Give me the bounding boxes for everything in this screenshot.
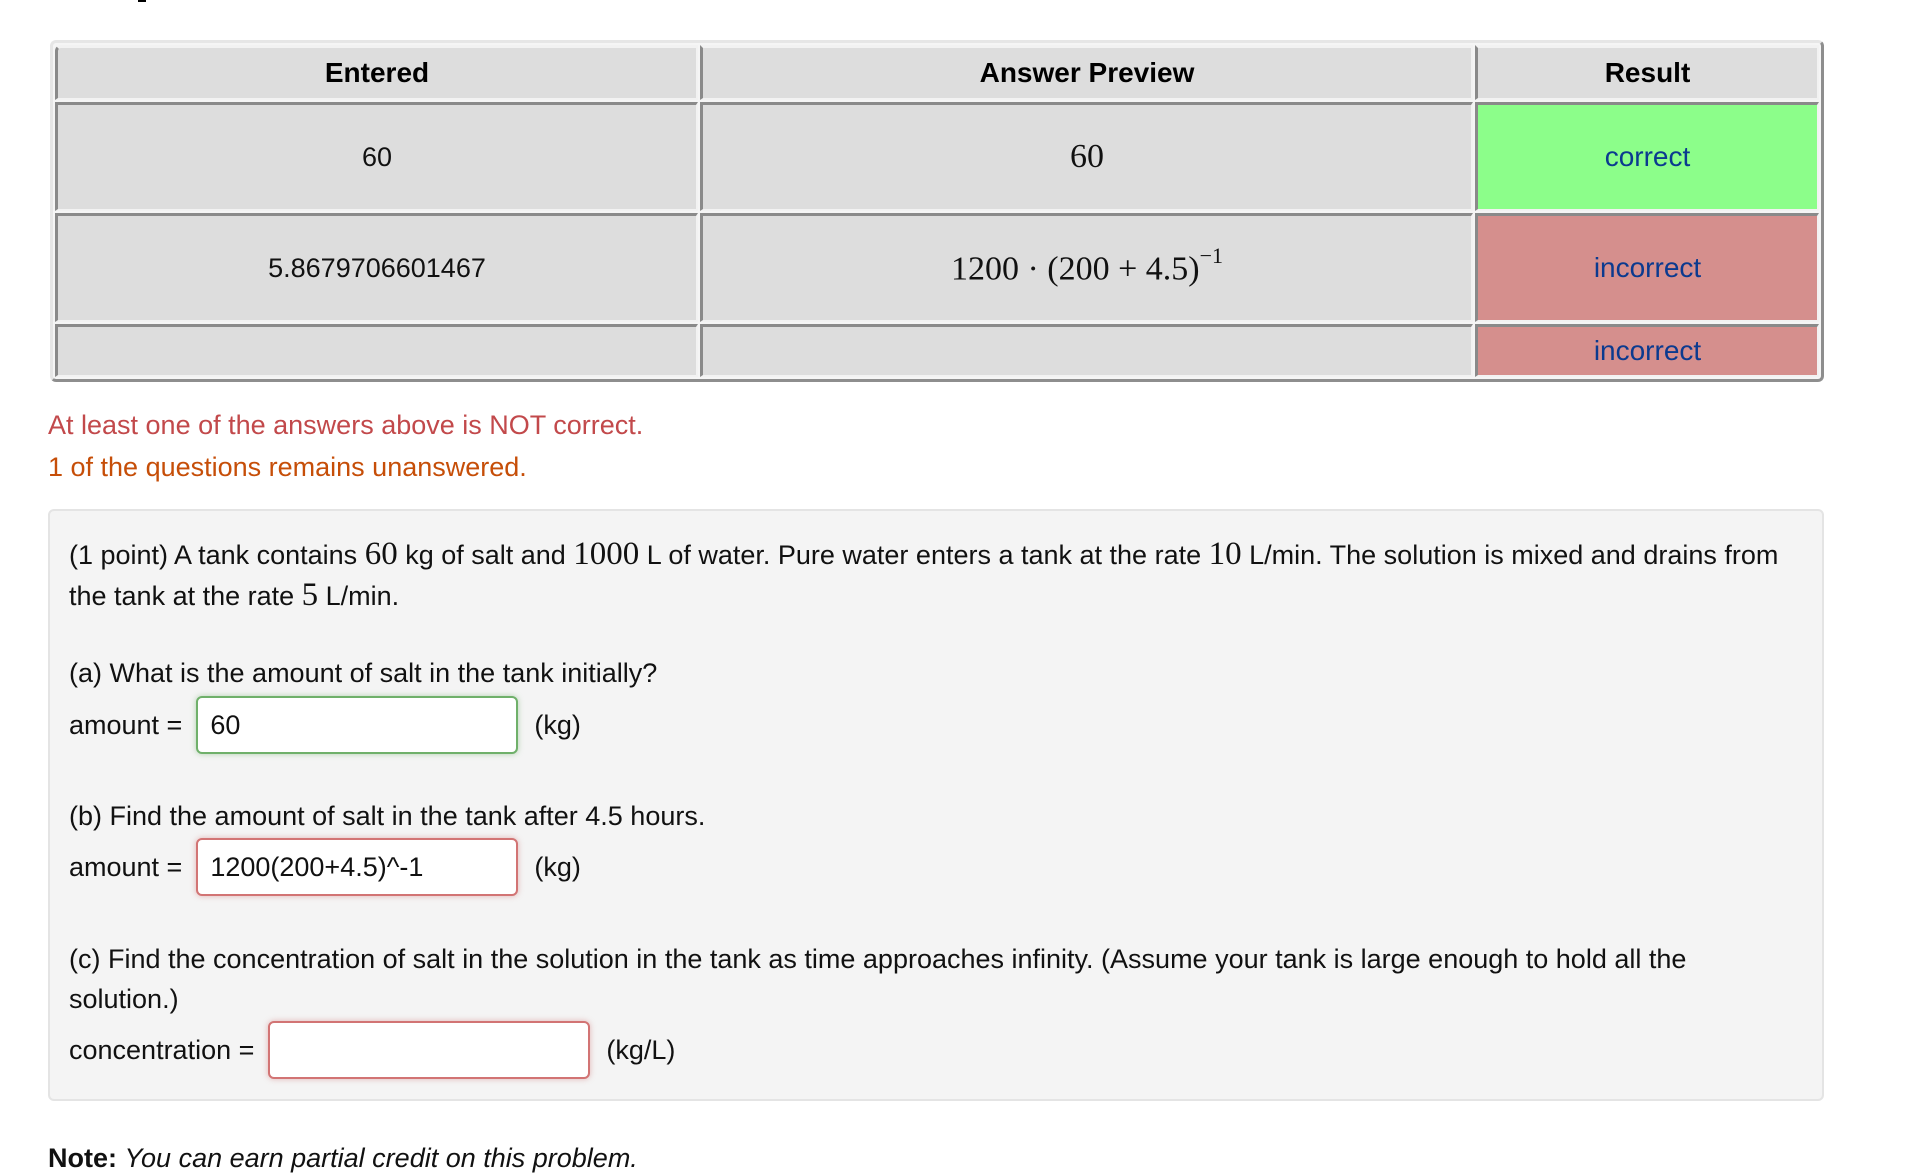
answer-label-b: amount = bbox=[69, 851, 183, 882]
question-c: (c) Find the concentration of salt in th… bbox=[69, 944, 1687, 1014]
problem-statement: (1 point) A tank contains 60 kg of salt … bbox=[69, 536, 1779, 613]
table-header-row: Entered Answer Preview Result bbox=[55, 45, 1819, 100]
feedback-unanswered: 1 of the questions remains unanswered. bbox=[48, 452, 527, 482]
answer-results-table: Entered Answer Preview Result 60 60 corr… bbox=[50, 40, 1824, 382]
answer-preview-cell: 1200 · (200 + 4.5)−1 bbox=[700, 213, 1473, 322]
answer-preview-cell bbox=[700, 324, 1473, 377]
answer-input-a[interactable] bbox=[196, 696, 519, 754]
answer-label-c: concentration = bbox=[69, 1034, 255, 1065]
answer-label-a: amount = bbox=[69, 709, 183, 740]
entered-cell: 5.8679706601467 bbox=[55, 213, 698, 322]
entered-cell: 60 bbox=[55, 102, 698, 211]
table-row: 5.8679706601467 1200 · (200 + 4.5)−1 inc… bbox=[55, 213, 1819, 322]
page-heading-fragment bbox=[138, 0, 146, 2]
question-a: (a) What is the amount of salt in the ta… bbox=[69, 658, 658, 688]
result-cell-correct: correct bbox=[1475, 102, 1819, 211]
answer-unit-c: (kg/L) bbox=[606, 1034, 676, 1065]
problem-box: (1 point) A tank contains 60 kg of salt … bbox=[48, 509, 1824, 1101]
answer-row-c: concentration = (kg/L) bbox=[69, 1021, 675, 1079]
answer-unit-a: (kg) bbox=[534, 709, 581, 740]
answer-unit-b: (kg) bbox=[534, 851, 581, 882]
table-row: 60 60 correct bbox=[55, 102, 1819, 211]
question-b: (b) Find the amount of salt in the tank … bbox=[69, 801, 706, 831]
answer-input-c[interactable] bbox=[268, 1021, 591, 1079]
answer-preview-cell: 60 bbox=[700, 102, 1473, 211]
header-entered: Entered bbox=[55, 45, 698, 100]
result-cell-incorrect: incorrect bbox=[1475, 324, 1819, 377]
answer-row-a: amount = (kg) bbox=[69, 696, 581, 754]
header-answer-preview: Answer Preview bbox=[700, 45, 1473, 100]
feedback-not-correct: At least one of the answers above is NOT… bbox=[48, 410, 644, 440]
answer-input-b[interactable] bbox=[196, 838, 519, 896]
header-result: Result bbox=[1475, 45, 1819, 100]
result-cell-incorrect: incorrect bbox=[1475, 213, 1819, 322]
entered-cell bbox=[55, 324, 698, 377]
answer-row-b: amount = (kg) bbox=[69, 838, 581, 896]
table-row: incorrect bbox=[55, 324, 1819, 377]
